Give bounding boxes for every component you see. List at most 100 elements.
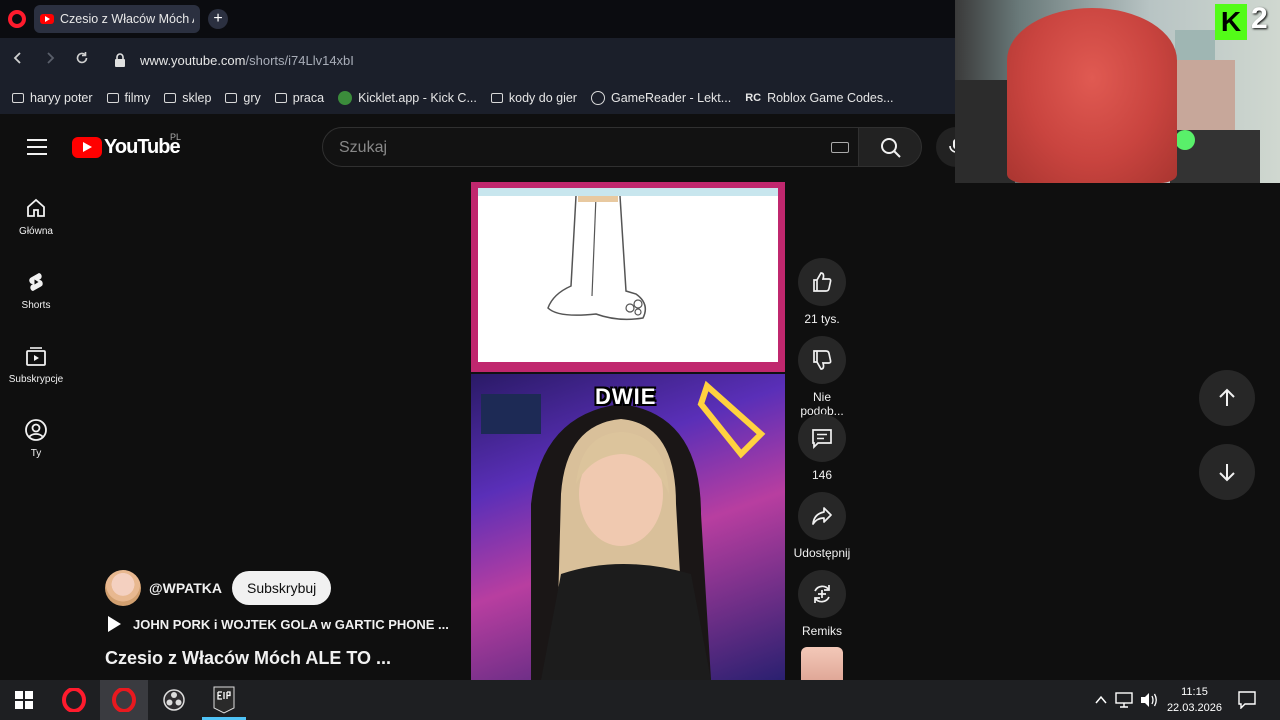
start-button[interactable] [0, 680, 48, 720]
taskbar-obs[interactable] [150, 680, 198, 720]
comments-button[interactable] [798, 414, 846, 462]
kick-logo: K [1215, 4, 1247, 40]
remix-label: Remiks [801, 624, 842, 638]
browser-tab-active[interactable]: Czesio z Właców Móch A [34, 5, 200, 33]
short-video-player[interactable]: DWIE [471, 182, 785, 680]
epic-games-icon [213, 686, 235, 714]
play-icon [108, 616, 121, 632]
bookmark-kicklet[interactable]: Kicklet.app - Kick C... [338, 91, 477, 105]
video-title[interactable]: Czesio z Właców Móch ALE TO ... [105, 648, 391, 669]
bookmark-folder-sklep[interactable]: sklep [164, 91, 211, 105]
streamer-image [481, 380, 766, 680]
new-tab-button[interactable]: + [208, 9, 228, 29]
forward-button[interactable] [34, 44, 66, 76]
search-input[interactable]: Szukaj [322, 127, 860, 167]
nav-item-subscriptions[interactable]: Subskrypcje [0, 344, 72, 385]
bookmark-label: gry [243, 91, 261, 105]
search-placeholder: Szukaj [339, 139, 388, 156]
like-button[interactable] [798, 258, 846, 306]
subscribe-button[interactable]: Subskrybuj [232, 571, 332, 605]
url-field[interactable]: www.youtube.com/shorts/i74Llv14xbI [140, 53, 354, 68]
remix-button[interactable] [798, 570, 846, 618]
sound-thumbnail[interactable] [801, 647, 843, 680]
bookmarks-bar: haryy poter filmy sklep gry praca Kickle… [0, 82, 955, 114]
arrow-down-icon [1219, 464, 1235, 482]
chevron-up-icon[interactable] [1094, 693, 1108, 707]
volume-icon[interactable] [1140, 692, 1158, 708]
obs-icon [163, 689, 185, 711]
search-button[interactable] [858, 127, 922, 167]
gartic-drawing-canvas [478, 188, 778, 362]
bookmark-gamereader[interactable]: GameReader - Lekt... [590, 91, 731, 105]
region-code: PL [170, 132, 182, 142]
lock-icon[interactable] [112, 52, 128, 68]
like-count: 21 tys. [804, 312, 840, 326]
folder-icon [164, 93, 177, 103]
bookmark-roblox-codes[interactable]: RC Roblox Game Codes... [745, 91, 893, 105]
bookmark-label: kody do gier [508, 91, 577, 105]
tab-title: Czesio z Właców Móch A [60, 12, 194, 26]
menu-icon[interactable] [27, 139, 47, 155]
share-button[interactable] [798, 492, 846, 540]
url-path: /shorts/i74Llv14xbI [245, 52, 354, 68]
playlist-link[interactable]: JOHN PORK i WOJTEK GOLA w GARTIC PHONE .… [108, 616, 449, 632]
nav-label: Główna [19, 226, 53, 237]
channel-avatar[interactable] [105, 570, 141, 606]
rc-icon: RC [745, 92, 762, 104]
taskbar-epic-games[interactable] [200, 680, 248, 720]
clock-date: 22.03.2026 [1166, 702, 1222, 714]
youtube-header: YouTube PL Szukaj [0, 114, 976, 180]
arrow-up-icon [1219, 388, 1235, 406]
dislike-button[interactable] [798, 336, 846, 384]
gartic-drawing-frame [471, 182, 785, 372]
bookmark-folder-haryy-poter[interactable]: haryy poter [12, 91, 93, 105]
reload-button[interactable] [66, 44, 98, 76]
nav-item-shorts[interactable]: Shorts [0, 270, 72, 311]
youtube-logo-text: YouTube [104, 136, 181, 158]
bookmark-folder-filmy[interactable]: filmy [106, 91, 151, 105]
bookmark-label: filmy [124, 91, 151, 105]
opera-menu-icon[interactable] [8, 10, 26, 28]
bookmark-label: praca [292, 91, 325, 105]
network-icon[interactable] [1115, 692, 1133, 708]
share-action: Udostępnij [790, 492, 854, 560]
taskbar-opera-gx[interactable] [50, 680, 98, 720]
nav-item-you[interactable]: Ty [0, 418, 72, 459]
thumbs-down-icon [813, 350, 832, 370]
clock[interactable]: 11:15 22.03.2026 [1167, 684, 1222, 716]
bookmark-folder-gry[interactable]: gry [225, 91, 261, 105]
bookmark-folder-kody-do-gier[interactable]: kody do gier [490, 91, 577, 105]
taskbar-opera[interactable] [100, 680, 148, 720]
you-icon [25, 419, 47, 441]
back-button[interactable] [2, 44, 34, 76]
channel-handle[interactable]: @WPATKA [149, 580, 222, 596]
kicklet-icon [338, 91, 353, 105]
bookmark-folder-praca[interactable]: praca [274, 91, 325, 105]
subscriptions-icon [26, 347, 46, 366]
gamereader-icon [590, 91, 605, 105]
opera-icon [112, 688, 136, 712]
windows-icon [15, 691, 33, 709]
webcam-overlay: K 2 [955, 0, 1280, 183]
back-arrow-icon [13, 52, 21, 64]
dislike-action: Nie podob... [790, 336, 854, 418]
comment-count: 146 [811, 468, 833, 482]
bookmark-label: Roblox Game Codes... [767, 91, 894, 105]
nav-item-home[interactable]: Główna [0, 196, 72, 237]
folder-icon [225, 93, 238, 103]
notifications-icon[interactable] [1238, 691, 1256, 709]
bookmark-label: Kicklet.app - Kick C... [358, 91, 477, 105]
remix-icon [814, 585, 830, 603]
comment-icon [812, 429, 832, 450]
previous-short-button[interactable] [1199, 370, 1255, 426]
person-under-blanket [1007, 8, 1177, 183]
playlist-title: JOHN PORK i WOJTEK GOLA w GARTIC PHONE .… [133, 616, 449, 632]
thumbs-up-icon [813, 272, 832, 292]
next-short-button[interactable] [1199, 444, 1255, 500]
keyboard-icon[interactable] [831, 142, 849, 153]
streamer-camera: DWIE [471, 374, 785, 680]
reload-icon [76, 52, 88, 64]
youtube-play-logo-icon [72, 137, 102, 158]
youtube-logo[interactable]: YouTube [72, 136, 181, 159]
folder-icon [274, 93, 287, 103]
